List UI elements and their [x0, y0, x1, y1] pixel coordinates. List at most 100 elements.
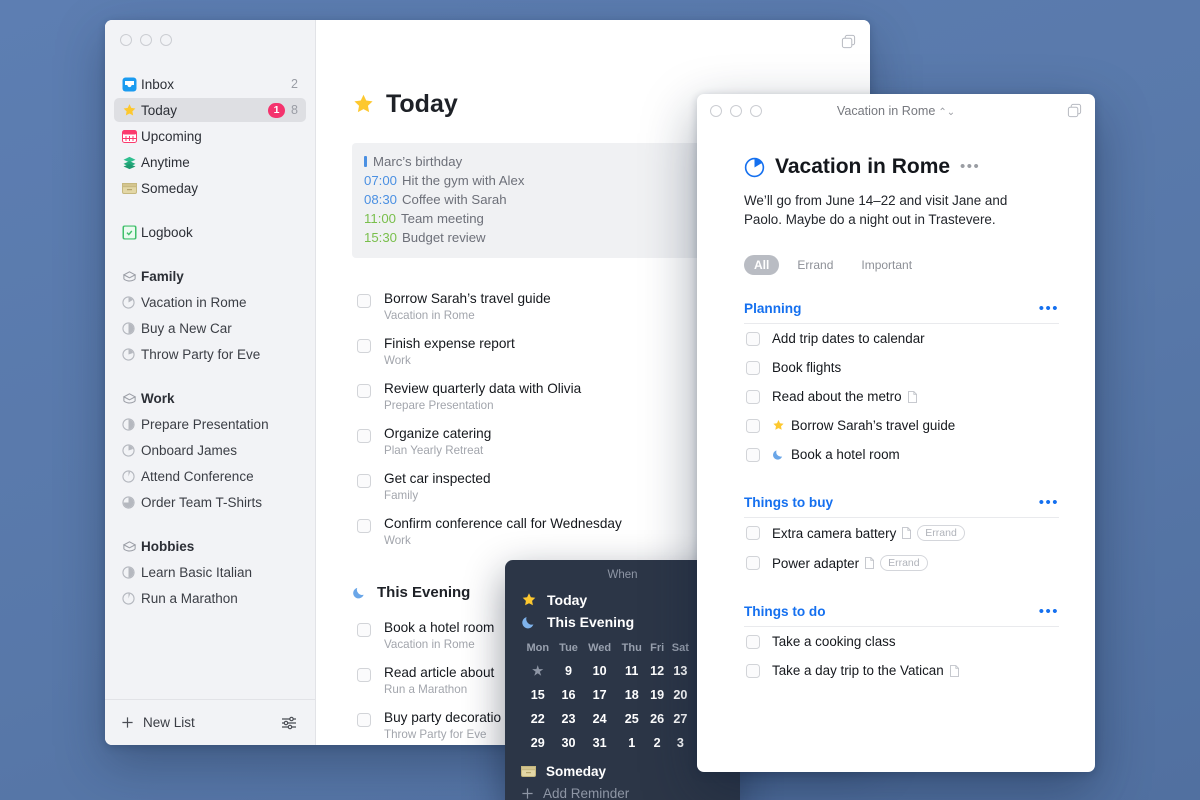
sidebar-project-throw-party-for-eve[interactable]: Throw Party for Eve — [114, 342, 306, 366]
todo-checkbox[interactable] — [746, 418, 760, 433]
todo-checkbox[interactable] — [746, 526, 760, 540]
tag-badge[interactable]: Errand — [917, 525, 965, 541]
todo-checkbox[interactable] — [357, 668, 371, 682]
when-option-someday[interactable]: Someday — [521, 764, 724, 779]
calendar-day[interactable]: 27 — [668, 707, 693, 731]
sidebar-item-inbox[interactable]: Inbox 2 — [114, 72, 306, 96]
calendar-day[interactable]: 29 — [521, 731, 555, 755]
filter-chip-errand[interactable]: Errand — [787, 255, 843, 275]
list-item[interactable]: Borrow Sarah’s travel guide — [744, 411, 1059, 440]
when-option-today[interactable]: Today — [521, 589, 724, 611]
sidebar-project-prepare-presentation[interactable]: Prepare Presentation — [114, 412, 306, 436]
filter-chip-important[interactable]: Important — [851, 255, 922, 275]
sliders-icon[interactable] — [281, 715, 297, 731]
todo-checkbox[interactable] — [357, 519, 371, 533]
sidebar-area-hobbies[interactable]: Hobbies — [114, 534, 306, 558]
sidebar-item-label: Today — [141, 102, 178, 118]
list-item[interactable]: Take a cooking class — [744, 627, 1059, 656]
moon-icon — [772, 448, 785, 461]
sidebar-project-order-team-t-shirts[interactable]: Order Team T-Shirts — [114, 490, 306, 514]
tag-badge[interactable]: Errand — [880, 555, 928, 571]
sidebar-area-family[interactable]: Family — [114, 264, 306, 288]
progress-pie-icon[interactable] — [744, 157, 765, 178]
todo-checkbox[interactable] — [357, 294, 371, 308]
todo-checkbox[interactable] — [746, 556, 760, 570]
todo-checkbox[interactable] — [357, 474, 371, 488]
more-dots-icon[interactable]: ••• — [960, 159, 980, 174]
sidebar-project-attend-conference[interactable]: Attend Conference — [114, 464, 306, 488]
todo-checkbox[interactable] — [357, 384, 371, 398]
calendar-day[interactable]: 9 — [555, 658, 583, 683]
calendar-day[interactable]: 16 — [555, 683, 583, 707]
calendar-day[interactable]: 10 — [582, 658, 616, 683]
calendar-day[interactable]: 30 — [555, 731, 583, 755]
calendar-day[interactable]: 20 — [668, 683, 693, 707]
calendar-day[interactable]: 22 — [521, 707, 555, 731]
project-note[interactable]: We’ll go from June 14–22 and visit Jane … — [744, 191, 1044, 229]
todo-checkbox[interactable] — [357, 713, 371, 727]
list-item[interactable]: Power adapter Errand — [744, 548, 1059, 578]
new-list-button[interactable]: New List — [121, 715, 195, 730]
todo-project: Family — [384, 489, 419, 502]
list-item[interactable]: Take a day trip to the Vatican — [744, 656, 1059, 685]
calendar-day[interactable]: 15 — [521, 683, 555, 707]
sidebar-project-vacation-in-rome[interactable]: Vacation in Rome — [114, 290, 306, 314]
calendar-day[interactable]: 12 — [647, 658, 668, 683]
calendar-today-star-icon[interactable]: ★ — [521, 658, 555, 683]
sidebar-item-logbook[interactable]: Logbook — [114, 220, 306, 244]
list-item[interactable]: Add trip dates to calendar — [744, 324, 1059, 353]
minimize-button[interactable] — [140, 34, 152, 46]
project-window-titlebar: Vacation in Rome ⌃⌄ — [697, 94, 1095, 127]
calendar-day[interactable]: 2 — [647, 731, 668, 755]
zoom-button[interactable] — [160, 34, 172, 46]
sidebar-project-buy-a-new-car[interactable]: Buy a New Car — [114, 316, 306, 340]
calendar-day[interactable]: 24 — [582, 707, 616, 731]
list-item[interactable]: Read about the metro — [744, 382, 1059, 411]
todo-project: Prepare Presentation — [384, 399, 494, 412]
todo-checkbox[interactable] — [357, 429, 371, 443]
sidebar-item-upcoming[interactable]: Upcoming — [114, 124, 306, 148]
sidebar-area-work[interactable]: Work — [114, 386, 306, 410]
calendar-grid[interactable]: Mon Tue Wed Thu Fri Sat Sun ★ 9 10 11 12… — [521, 642, 724, 755]
calendar-day[interactable]: 1 — [617, 731, 647, 755]
more-dots-icon[interactable]: ••• — [1039, 495, 1059, 510]
sidebar-item-anytime[interactable]: Anytime — [114, 150, 306, 174]
calendar-day[interactable]: 25 — [617, 707, 647, 731]
close-button[interactable] — [120, 34, 132, 46]
calendar-day[interactable]: 17 — [582, 683, 616, 707]
list-item[interactable]: Book flights — [744, 353, 1059, 382]
todo-checkbox[interactable] — [746, 447, 760, 462]
todo-checkbox[interactable] — [746, 389, 760, 404]
sidebar-item-someday[interactable]: Someday — [114, 176, 306, 200]
calendar-day[interactable]: 31 — [582, 731, 616, 755]
sidebar-item-today[interactable]: Today 1 8 — [114, 98, 306, 122]
sidebar-project-onboard-james[interactable]: Onboard James — [114, 438, 306, 462]
calendar-day[interactable]: 26 — [647, 707, 668, 731]
calendar-day[interactable]: 23 — [555, 707, 583, 731]
todo-checkbox[interactable] — [746, 331, 760, 346]
filter-chip-all[interactable]: All — [744, 255, 780, 275]
calendar-day[interactable]: 18 — [617, 683, 647, 707]
duplicate-windows-icon[interactable] — [841, 34, 856, 49]
todo-checkbox[interactable] — [357, 339, 371, 353]
calendar-day[interactable]: 3 — [668, 731, 693, 755]
layers-icon — [122, 155, 141, 170]
calendar-day[interactable]: 11 — [617, 658, 647, 683]
duplicate-windows-icon[interactable] — [1067, 103, 1082, 118]
sidebar-project-learn-basic-italian[interactable]: Learn Basic Italian — [114, 560, 306, 584]
sidebar-project-run-a-marathon[interactable]: Run a Marathon — [114, 586, 306, 610]
list-item[interactable]: Book a hotel room — [744, 440, 1059, 469]
todo-checkbox[interactable] — [746, 663, 760, 678]
more-dots-icon[interactable]: ••• — [1039, 604, 1059, 619]
todo-checkbox[interactable] — [746, 634, 760, 649]
more-dots-icon[interactable]: ••• — [1039, 301, 1059, 316]
project-window-title[interactable]: Vacation in Rome ⌃⌄ — [697, 104, 1095, 118]
calendar-day[interactable]: 13 — [668, 658, 693, 683]
add-reminder-button[interactable]: Add Reminder — [521, 786, 724, 800]
when-option-this-evening[interactable]: This Evening — [521, 611, 724, 633]
todo-checkbox[interactable] — [746, 360, 760, 375]
todo-checkbox[interactable] — [357, 623, 371, 637]
list-item[interactable]: Extra camera battery Errand — [744, 518, 1059, 548]
calendar-day[interactable]: 19 — [647, 683, 668, 707]
window-traffic-lights[interactable] — [105, 20, 315, 60]
